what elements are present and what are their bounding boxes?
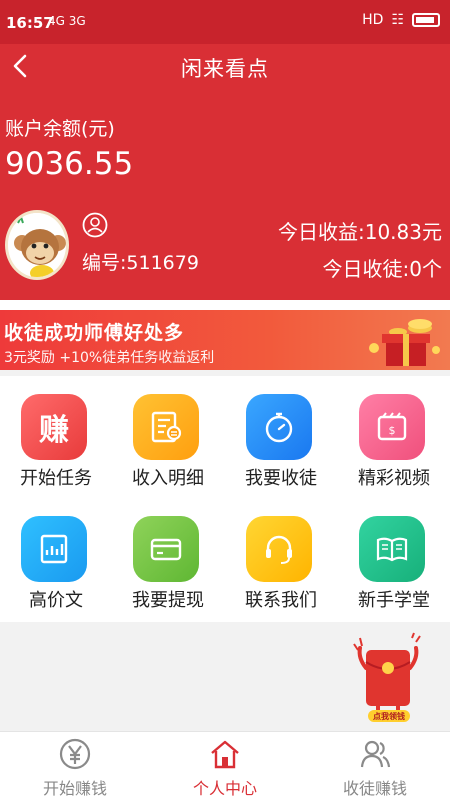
grid-item-label: 我要收徒 [245, 468, 317, 489]
avatar[interactable] [5, 210, 69, 280]
grid-item-beginner-school[interactable]: 新手学堂 [338, 498, 450, 618]
page-title: 闲来看点 [181, 57, 269, 81]
earn-icon: 赚 [21, 394, 87, 460]
headset-icon [246, 516, 312, 582]
home-icon [211, 740, 239, 769]
grid-item-label: 开始任务 [20, 468, 92, 489]
user-profile-icon[interactable] [82, 212, 108, 238]
tab-label: 个人中心 [192, 779, 257, 798]
tab-label: 开始赚钱 [42, 779, 107, 798]
today-apprentice: 今日收徒:0个 [322, 257, 442, 281]
tab-start-earning[interactable]: 开始赚钱 [0, 732, 150, 800]
grid-item-high-value-article[interactable]: 高价文 [0, 498, 112, 618]
status-bar: 16:57 4G 3G HD ☷ [0, 0, 450, 44]
tab-personal-center[interactable]: 个人中心 [150, 732, 300, 800]
apprentice-promo-banner[interactable]: 收徒成功师傅好处多 3元奖励 +10%徒弟任务收益返利 [0, 310, 450, 370]
grid-item-video[interactable]: $ 精彩视频 [338, 376, 450, 496]
yen-circle-icon [59, 738, 91, 770]
today-income: 今日收益:10.83元 [278, 220, 442, 244]
vibrate-icon: ☷ [391, 12, 404, 28]
ledger-icon [133, 394, 199, 460]
bottom-tab-bar: 开始赚钱 个人中心 收徒赚钱 [0, 731, 450, 800]
book-icon [359, 516, 425, 582]
grid-item-withdraw[interactable]: 我要提现 [112, 498, 224, 618]
grid-item-label: 新手学堂 [358, 590, 430, 611]
grid-item-start-task[interactable]: 赚 开始任务 [0, 376, 112, 496]
tab-recruit-earning[interactable]: 收徒赚钱 [300, 732, 450, 800]
divider [0, 300, 450, 310]
svg-text:$: $ [389, 424, 396, 437]
network-label: HD [362, 12, 384, 28]
balance-label: 账户余额(元) [5, 118, 115, 140]
red-packet-badge: 点我领钱 [373, 712, 405, 721]
nav-bar: 闲来看点 [0, 44, 450, 88]
balance-value: 9036.55 [5, 146, 134, 182]
grid-item-label: 联系我们 [245, 590, 317, 611]
user-id: 编号:511679 [82, 252, 199, 274]
card-icon [133, 516, 199, 582]
article-chart-icon [21, 516, 87, 582]
monkey-avatar-icon [8, 213, 66, 277]
grid-item-label: 精彩视频 [358, 468, 430, 489]
battery-icon [412, 13, 440, 27]
stopwatch-icon [246, 394, 312, 460]
grid-item-label: 收入明细 [132, 468, 204, 489]
grid-item-label: 我要提现 [132, 590, 204, 611]
banner-title: 收徒成功师傅好处多 [4, 322, 185, 344]
grid-item-recruit[interactable]: 我要收徒 [225, 376, 337, 496]
grid-item-label: 高价文 [29, 590, 83, 611]
tab-label: 收徒赚钱 [342, 779, 407, 798]
signal-indicator: 4G 3G [48, 14, 86, 28]
floating-red-packet[interactable]: 点我领钱 [352, 632, 426, 724]
banner-subtitle: 3元奖励 +10%徒弟任务收益返利 [4, 350, 215, 366]
status-right-icons: HD ☷ [362, 12, 440, 28]
gift-box-icon [369, 319, 440, 366]
grid-item-contact[interactable]: 联系我们 [225, 498, 337, 618]
feature-grid: 赚 开始任务 收入明细 我要收徒 $ 精彩视频 高价文 我要提现 联系我们 新手… [0, 376, 450, 622]
status-time: 16:57 [6, 14, 54, 32]
grid-item-income-detail[interactable]: 收入明细 [112, 376, 224, 496]
account-header: 账户余额(元) 9036.55 编号:511679 今日收益:10.83元 今日… [0, 88, 450, 300]
users-icon [360, 740, 391, 768]
video-icon: $ [359, 394, 425, 460]
